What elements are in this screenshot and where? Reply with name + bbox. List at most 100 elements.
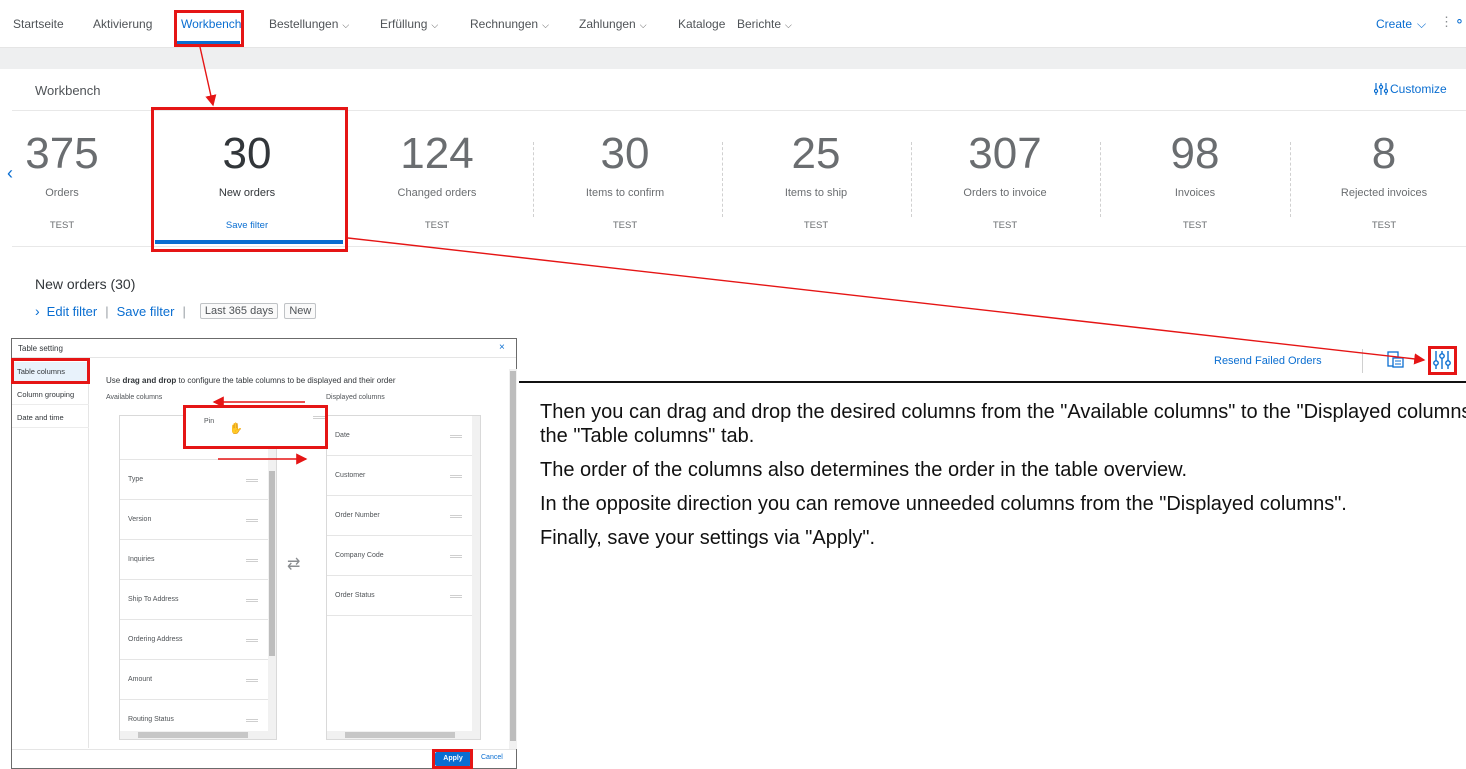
tile-count: 30	[600, 129, 650, 178]
dialog-title: Table setting	[18, 344, 63, 353]
drag-handle-icon[interactable]	[246, 479, 258, 482]
drag-handle-icon[interactable]	[246, 679, 258, 682]
nav-item-rechnungen[interactable]: Rechnungen ⌵	[470, 17, 549, 31]
customize-button[interactable]: Customize	[1373, 82, 1447, 96]
grab-hand-icon: ✋	[229, 423, 243, 435]
tile-filter-name: TEST	[1371, 220, 1397, 231]
tile-orders[interactable]: 375 Orders TEST	[0, 112, 154, 246]
scrollbar-thumb[interactable]	[138, 732, 248, 738]
chevron-right-icon[interactable]: ›	[35, 303, 40, 319]
separator: |	[182, 303, 186, 319]
nav-label: Bestellungen	[269, 17, 339, 31]
tab-column-grouping[interactable]: Column grouping	[12, 385, 89, 405]
filter-chip-date[interactable]: Last 365 days	[199, 303, 279, 319]
tile-rejected-invoices[interactable]: 8 Rejected invoices TEST	[1292, 112, 1466, 246]
drag-handle-icon[interactable]	[450, 595, 462, 598]
nav-item-kataloge[interactable]: Kataloge	[678, 17, 725, 31]
kebab-menu-icon[interactable]: ⋮	[1440, 14, 1453, 30]
drag-handle-icon[interactable]	[246, 639, 258, 642]
apply-button[interactable]: Apply	[435, 752, 471, 766]
instructions-panel: Then you can drag and drop the desired c…	[540, 400, 1466, 560]
workbench-title: Workbench	[35, 83, 101, 98]
tile-label: Invoices	[1174, 187, 1216, 199]
drag-handle-icon[interactable]	[450, 555, 462, 558]
nav-item-zahlungen[interactable]: Zahlungen ⌵	[579, 17, 647, 31]
horizontal-scrollbar[interactable]	[327, 731, 480, 739]
save-filter-link[interactable]: Save filter	[117, 304, 175, 319]
tile-items-to-ship[interactable]: 25 Items to ship TEST	[724, 112, 908, 246]
nav-item-aktivierung[interactable]: Aktivierung	[93, 17, 152, 31]
scroll-left-icon[interactable]: ‹	[7, 163, 13, 184]
drag-handle-icon[interactable]	[246, 719, 258, 722]
list-item[interactable]: Customer	[327, 456, 474, 496]
horizontal-scrollbar[interactable]	[120, 731, 276, 739]
tile-new-orders[interactable]: 30 New orders Save filter	[155, 112, 339, 246]
sliders-icon	[1373, 83, 1389, 95]
nav-item-erfuellung[interactable]: Erfüllung ⌵	[380, 17, 438, 31]
column-name: Order Status	[335, 592, 375, 599]
nav-item-workbench[interactable]: Workbench	[181, 17, 241, 31]
tile-filter-name: TEST	[424, 220, 450, 231]
drag-handle-icon[interactable]	[246, 519, 258, 522]
list-item[interactable]: Company Code	[327, 536, 474, 576]
drag-handle-icon[interactable]	[450, 475, 462, 478]
close-icon[interactable]: ×	[499, 342, 505, 353]
displayed-columns-header: Displayed columns	[326, 394, 385, 401]
list-item[interactable]: Inquiries	[120, 540, 270, 580]
more-icon[interactable]: ⚬	[1454, 14, 1465, 30]
displayed-columns-list[interactable]: Date Customer Order Number Company Code …	[326, 415, 481, 740]
drag-handle-icon[interactable]	[450, 435, 462, 438]
column-name: Pin	[204, 418, 215, 425]
scrollbar-thumb[interactable]	[269, 471, 275, 656]
scrollbar-thumb[interactable]	[345, 732, 455, 738]
list-item[interactable]: Version	[120, 500, 270, 540]
divider	[519, 381, 1466, 383]
filter-chip-status[interactable]: New	[284, 303, 317, 319]
separator: |	[105, 303, 109, 319]
tile-separator	[1100, 142, 1101, 217]
scrollbar-thumb[interactable]	[510, 371, 516, 741]
list-item[interactable]: Type	[120, 460, 270, 500]
drag-handle-icon[interactable]	[313, 416, 325, 419]
tile-filter-name: TEST	[612, 220, 638, 231]
dialog-sidebar: Table columns Column grouping Date and t…	[12, 358, 89, 748]
resend-failed-orders-button[interactable]: Resend Failed Orders	[1214, 355, 1322, 367]
dialog-scrollbar[interactable]	[509, 369, 517, 749]
nav-item-bestellungen[interactable]: Bestellungen ⌵	[269, 17, 349, 31]
vertical-scrollbar[interactable]	[472, 416, 480, 739]
toolbar-separator	[1362, 349, 1363, 373]
tile-save-filter-link[interactable]: Save filter	[155, 220, 339, 231]
create-button[interactable]: Create ⌵	[1376, 17, 1426, 32]
list-item[interactable]: Ordering Address	[120, 620, 270, 660]
tile-invoices[interactable]: 98 Invoices TEST	[1103, 112, 1287, 246]
export-excel-icon[interactable]	[1385, 350, 1405, 370]
tile-orders-to-invoice[interactable]: 307 Orders to invoice TEST	[913, 112, 1097, 246]
drag-handle-icon[interactable]	[450, 515, 462, 518]
available-columns-list[interactable]: Type Version Inquiries Ship To Address O…	[119, 415, 277, 740]
vertical-scrollbar[interactable]	[268, 416, 276, 739]
tile-changed-orders[interactable]: 124 Changed orders TEST	[345, 112, 529, 246]
divider	[12, 110, 1466, 111]
drag-handle-icon[interactable]	[246, 599, 258, 602]
list-item[interactable]: Amount	[120, 660, 270, 700]
cancel-button[interactable]: Cancel	[481, 754, 503, 761]
nav-item-startseite[interactable]: Startseite	[13, 17, 64, 31]
list-item[interactable]: Date	[327, 416, 474, 456]
tile-separator	[533, 142, 534, 217]
tab-table-columns[interactable]: Table columns	[12, 362, 89, 382]
tile-items-to-confirm[interactable]: 30 Items to confirm TEST	[533, 112, 717, 246]
list-item[interactable]: Order Status	[327, 576, 474, 616]
dialog-footer-divider	[12, 749, 516, 750]
table-settings-icon[interactable]	[1432, 349, 1452, 371]
nav-label: Zahlungen	[579, 17, 636, 31]
nav-item-berichte[interactable]: Berichte ⌵	[737, 17, 792, 31]
drag-handle-icon[interactable]	[246, 559, 258, 562]
tile-filter-name: TEST	[49, 220, 75, 231]
list-item[interactable]: Order Number	[327, 496, 474, 536]
tile-label: Items to confirm	[585, 187, 665, 199]
edit-filter-link[interactable]: Edit filter	[47, 304, 98, 319]
column-name: Amount	[128, 676, 153, 683]
tab-date-and-time[interactable]: Date and time	[12, 408, 89, 428]
dragged-column-item[interactable]: Pin ✋	[183, 405, 328, 449]
list-item[interactable]: Ship To Address	[120, 580, 270, 620]
